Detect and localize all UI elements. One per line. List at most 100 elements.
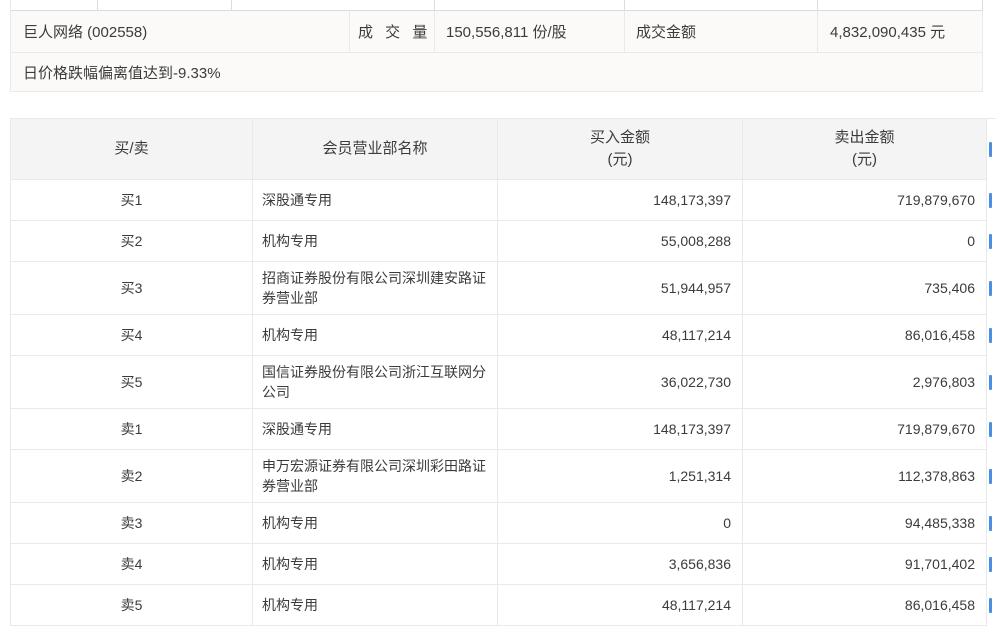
clipped-column: [987, 450, 996, 503]
col-header-broker-label: 会员营业部名称: [322, 139, 427, 159]
sell-amount-cell: 91,701,402: [743, 544, 987, 585]
broker-name: 机构专用: [262, 325, 318, 345]
buy-amount: 0: [723, 513, 731, 533]
table-row: 买3 招商证券股份有限公司深圳建安路证券营业部 51,944,957 735,4…: [10, 262, 996, 315]
side-label: 卖3: [121, 513, 143, 533]
sell-amount-cell: 112,378,863: [743, 450, 987, 503]
col-header-buy-line2: (元): [608, 149, 633, 171]
sell-amount: 112,378,863: [898, 466, 975, 486]
volume-label-cell: 成 交 量: [350, 11, 435, 53]
clipped-link-fragment: [989, 375, 992, 390]
side-label: 买1: [121, 190, 143, 210]
broker-name: 机构专用: [262, 513, 318, 533]
broker-cell: 申万宏源证券有限公司深圳彩田路证券营业部: [253, 450, 498, 503]
clipped-link-fragment: [989, 469, 992, 484]
clipped-column: [987, 118, 996, 180]
price-deviation-notice-cell: 日价格跌幅偏离值达到-9.33%: [10, 53, 983, 92]
clipped-column: [987, 315, 996, 356]
clipped-cell: [98, 0, 232, 11]
broker-cell: 机构专用: [253, 544, 498, 585]
clipped-row-above: [10, 0, 996, 11]
broker-name: 机构专用: [262, 595, 318, 615]
table-row: 买5 国信证券股份有限公司浙江互联网分公司 36,022,730 2,976,8…: [10, 356, 996, 409]
buy-amount: 48,117,214: [662, 595, 731, 615]
col-header-sell-line1: 卖出金额: [834, 127, 894, 149]
clipped-cell: [625, 0, 818, 11]
side-cell: 买2: [10, 221, 253, 262]
col-header-sell-amount: 卖出金额 (元): [743, 118, 987, 180]
notice-row: 日价格跌幅偏离值达到-9.33%: [10, 53, 996, 92]
buy-amount-cell: 55,008,288: [498, 221, 743, 262]
buy-amount-cell: 36,022,730: [498, 356, 743, 409]
clipped-cell: [983, 53, 996, 92]
col-header-buy-amount: 买入金额 (元): [498, 118, 743, 180]
buy-amount-cell: 148,173,397: [498, 409, 743, 450]
sell-amount: 91,701,402: [905, 554, 975, 574]
clipped-link-fragment: [989, 281, 992, 296]
broker-name: 机构专用: [262, 231, 318, 251]
side-cell: 卖2: [10, 450, 253, 503]
broker-name: 深股通专用: [262, 190, 332, 210]
side-cell: 卖5: [10, 585, 253, 626]
buy-amount-cell: 0: [498, 503, 743, 544]
clipped-link-fragment: [989, 598, 992, 613]
sell-amount-cell: 94,485,338: [743, 503, 987, 544]
broker-cell: 招商证券股份有限公司深圳建安路证券营业部: [253, 262, 498, 315]
sell-amount: 2,976,803: [913, 372, 975, 392]
stock-name-cell: 巨人网络 (002558): [10, 11, 350, 53]
sell-amount: 735,406: [924, 278, 975, 298]
col-header-buy-line1: 买入金额: [590, 127, 650, 149]
sell-amount-cell: 735,406: [743, 262, 987, 315]
table-row: 卖2 申万宏源证券有限公司深圳彩田路证券营业部 1,251,314 112,37…: [10, 450, 996, 503]
clipped-cell: [435, 0, 625, 11]
clipped-column: [987, 221, 996, 262]
clipped-column: [987, 544, 996, 585]
broker-cell: 机构专用: [253, 221, 498, 262]
stock-name: 巨人网络 (002558): [23, 21, 147, 42]
sell-amount: 86,016,458: [905, 325, 975, 345]
col-header-side: 买/卖: [10, 118, 253, 180]
buy-amount-cell: 1,251,314: [498, 450, 743, 503]
sell-amount-cell: 719,879,670: [743, 409, 987, 450]
buy-amount-cell: 51,944,957: [498, 262, 743, 315]
sell-amount-cell: 86,016,458: [743, 585, 987, 626]
clipped-column: [987, 585, 996, 626]
clipped-column: [987, 503, 996, 544]
buy-amount: 1,251,314: [669, 466, 731, 486]
table-header-row: 买/卖 会员营业部名称 买入金额 (元) 卖出金额 (元): [10, 118, 996, 180]
broker-name: 深股通专用: [262, 419, 332, 439]
clipped-link-fragment: [989, 557, 992, 572]
stock-summary-table: 巨人网络 (002558) 成 交 量 150,556,811 份/股 成交金额…: [10, 0, 996, 92]
buy-amount: 148,173,397: [653, 419, 731, 439]
sell-amount: 94,485,338: [905, 513, 975, 533]
side-label: 卖4: [121, 554, 143, 574]
broker-cell: 国信证券股份有限公司浙江互联网分公司: [253, 356, 498, 409]
side-cell: 卖3: [10, 503, 253, 544]
table-body: 买1 深股通专用 148,173,397 719,879,670 买2 机构专用…: [10, 180, 996, 626]
table-row: 卖1 深股通专用 148,173,397 719,879,670: [10, 409, 996, 450]
side-cell: 买1: [10, 180, 253, 221]
volume-value: 150,556,811 份/股: [446, 21, 567, 42]
side-label: 卖2: [121, 466, 143, 486]
broker-name: 机构专用: [262, 554, 318, 574]
trading-seats-table: 买/卖 会员营业部名称 买入金额 (元) 卖出金额 (元) 买1 深股通专用: [10, 118, 996, 626]
broker-cell: 机构专用: [253, 585, 498, 626]
side-label: 买2: [121, 231, 143, 251]
buy-amount-cell: 48,117,214: [498, 585, 743, 626]
buy-amount-cell: 148,173,397: [498, 180, 743, 221]
price-deviation-notice: 日价格跌幅偏离值达到-9.33%: [23, 62, 221, 83]
sell-amount: 719,879,670: [897, 419, 975, 439]
volume-label: 成 交 量: [358, 21, 431, 42]
turnover-value: 4,832,090,435 元: [830, 21, 945, 42]
side-label: 买3: [121, 278, 143, 298]
table-row: 卖3 机构专用 0 94,485,338: [10, 503, 996, 544]
table-row: 买4 机构专用 48,117,214 86,016,458: [10, 315, 996, 356]
table-row: 卖4 机构专用 3,656,836 91,701,402: [10, 544, 996, 585]
sell-amount-cell: 0: [743, 221, 987, 262]
broker-name: 国信证券股份有限公司浙江互联网分公司: [262, 362, 491, 402]
clipped-cell: [983, 0, 996, 11]
side-label: 买5: [121, 372, 143, 392]
buy-amount: 48,117,214: [662, 325, 731, 345]
clipped-column: [987, 356, 996, 409]
col-header-sell-line2: (元): [852, 149, 877, 171]
